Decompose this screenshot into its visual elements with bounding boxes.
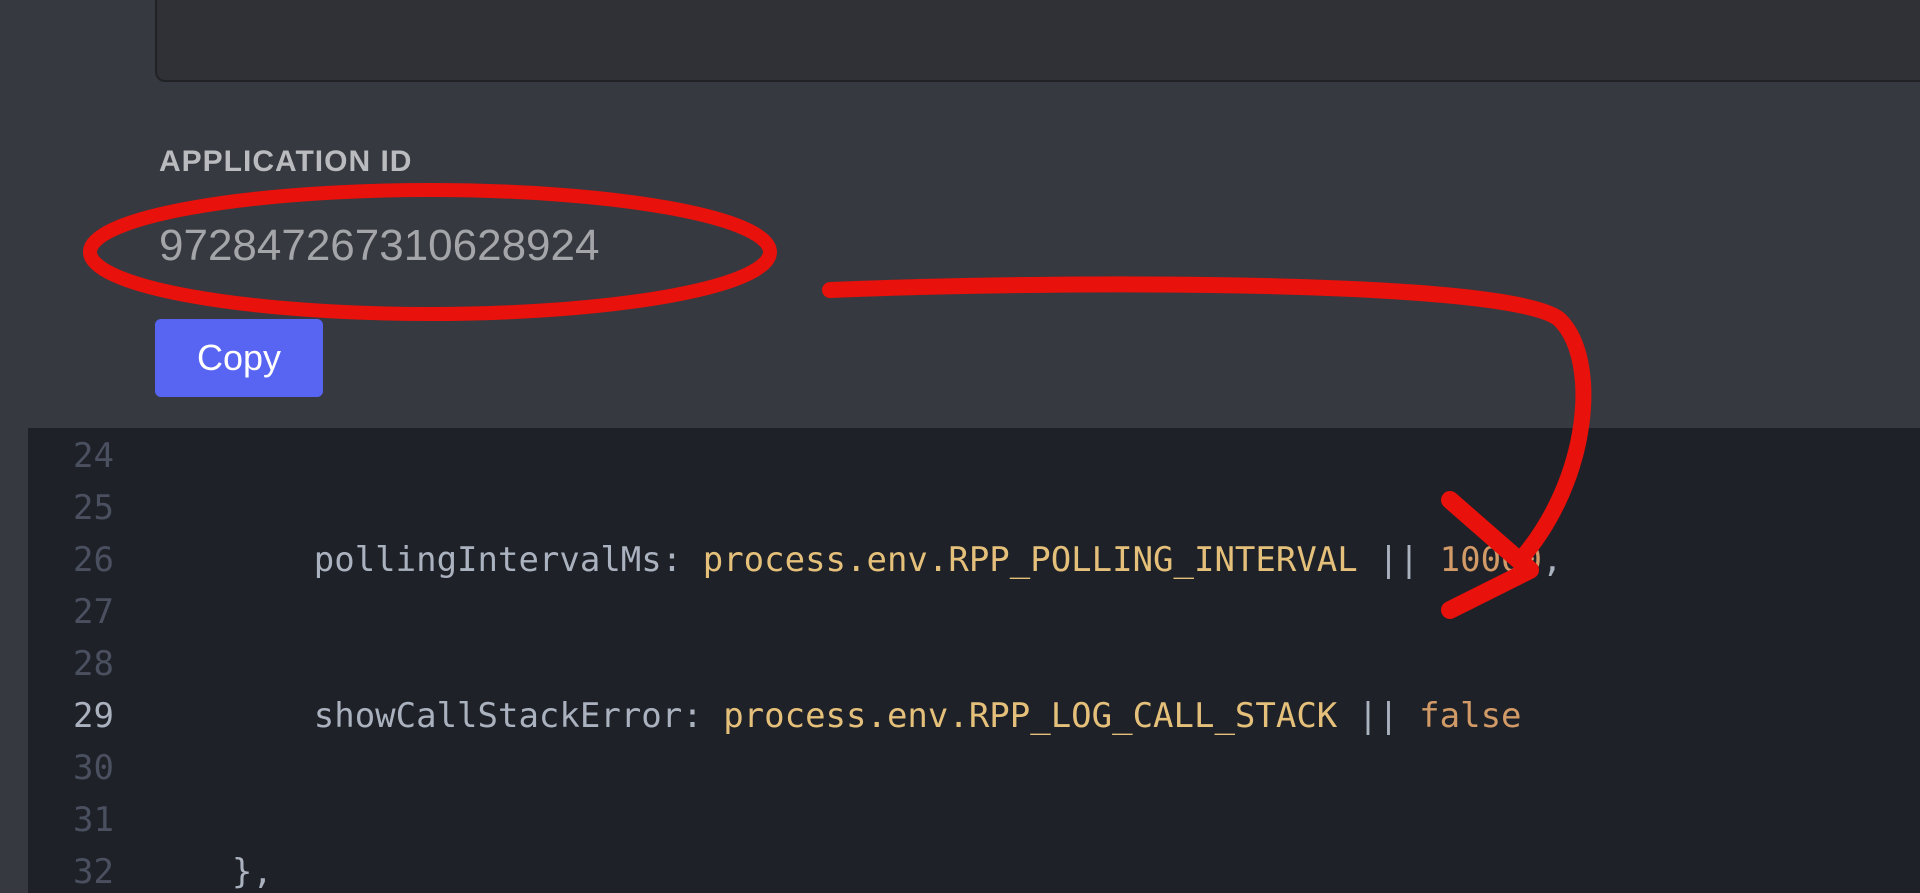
application-id-section: APPLICATION ID 972847267310628924 Copy [155, 145, 599, 397]
code-line: pollingIntervalMs: process.env.RPP_POLLI… [138, 534, 1920, 586]
code-area[interactable]: pollingIntervalMs: process.env.RPP_POLLI… [138, 428, 1920, 893]
line-number: 32 [28, 846, 114, 893]
panel-frame-top [155, 0, 1920, 82]
code-line: showCallStackError: process.env.RPP_LOG_… [138, 690, 1920, 742]
application-id-label: APPLICATION ID [159, 145, 599, 179]
line-number: 30 [28, 742, 114, 794]
line-number: 26 [28, 534, 114, 586]
line-number: 25 [28, 482, 114, 534]
code-editor[interactable]: 24 25 26 27 28 29 30 31 32 pollingInterv… [28, 428, 1920, 893]
line-number: 29 [28, 690, 114, 742]
line-number-gutter: 24 25 26 27 28 29 30 31 32 [28, 428, 138, 893]
line-number: 27 [28, 586, 114, 638]
copy-button[interactable]: Copy [155, 319, 323, 397]
line-number: 28 [28, 638, 114, 690]
code-line: }, [138, 846, 1920, 893]
application-id-value: 972847267310628924 [159, 221, 599, 271]
line-number: 31 [28, 794, 114, 846]
line-number: 24 [28, 430, 114, 482]
